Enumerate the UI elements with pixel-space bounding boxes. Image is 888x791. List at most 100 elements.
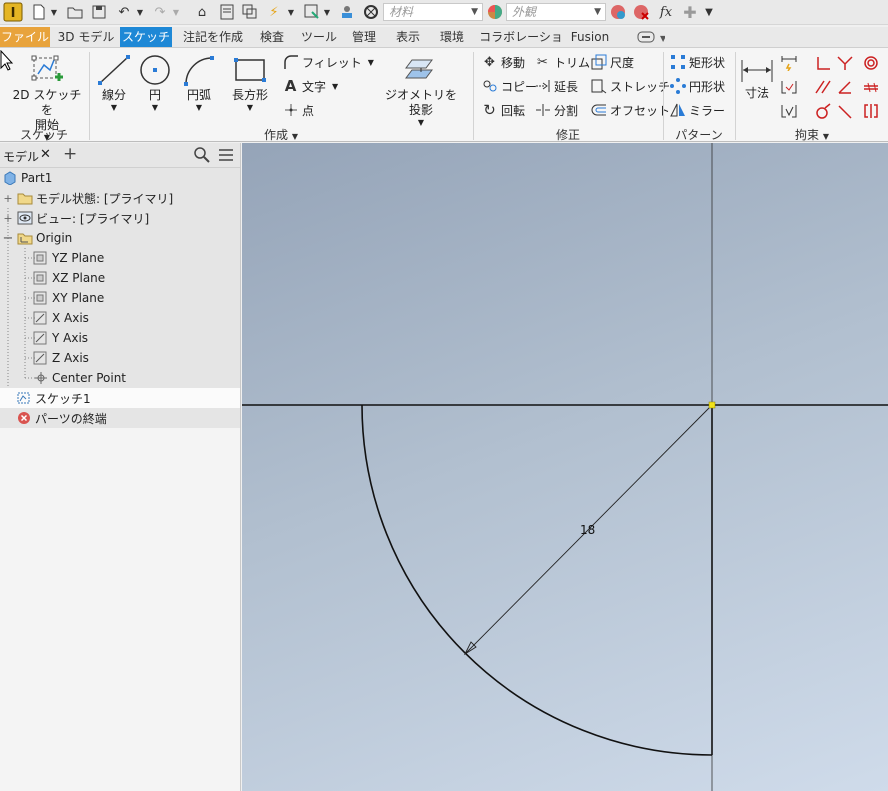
tree-item-yz-plane[interactable]: YZ Plane (33, 248, 104, 268)
tree-item-z-axis[interactable]: Z Axis (33, 348, 89, 368)
arc-button[interactable]: 円弧 ▼ (178, 54, 220, 113)
parameters-fx-icon[interactable]: fx (655, 3, 677, 21)
collinear-constraint-icon[interactable] (834, 101, 856, 121)
tab-environments[interactable]: 環境 (433, 27, 471, 47)
tab-file[interactable]: ファイル (0, 27, 50, 47)
offset-button[interactable]: オフセット (590, 101, 670, 119)
tangent-constraint-icon[interactable] (834, 53, 856, 73)
sketch-geometry[interactable] (242, 143, 888, 791)
horizontal-constraint-icon[interactable] (860, 77, 882, 97)
split-button[interactable]: 分割 (534, 101, 578, 119)
add-tab-icon[interactable]: + (63, 144, 77, 164)
appearance-dropdown[interactable]: 外観 ▼ (506, 3, 606, 21)
circle-button[interactable]: 円 ▼ (136, 54, 174, 113)
project-geometry-button[interactable]: ジオメトリを投影 ▼ (380, 56, 462, 128)
tree-item-model-state[interactable]: + モデル状態: [プライマリ] (2, 188, 173, 208)
measure-dropdown-icon[interactable]: ▼ (322, 3, 332, 21)
move-button[interactable]: ✥ 移動 (481, 53, 525, 71)
tree-item-sketch1[interactable]: スケッチ1 (16, 388, 91, 408)
extend-button[interactable]: 延長 (534, 77, 578, 95)
show-constraints-icon[interactable] (778, 77, 800, 97)
select-icon[interactable] (240, 3, 260, 21)
properties-icon[interactable] (217, 3, 237, 21)
update-dropdown-icon[interactable]: ▼ (286, 3, 296, 21)
tab-collaborate[interactable]: コラボレーション (478, 27, 564, 64)
line-dropdown-icon[interactable]: ▼ (94, 103, 134, 113)
arc-dropdown-icon[interactable]: ▼ (178, 103, 220, 113)
redo-dropdown-icon[interactable]: ▼ (171, 3, 181, 21)
new-dropdown-arrow-icon[interactable]: ▼ (49, 3, 59, 21)
home-icon[interactable]: ⌂ (192, 3, 212, 21)
new-file-icon[interactable] (30, 3, 48, 21)
tab-tools[interactable]: ツール (298, 27, 340, 47)
tree-item-view[interactable]: + ビュー: [プライマリ] (2, 208, 149, 228)
tree-item-end-of-part[interactable]: パーツの終端 (16, 408, 107, 428)
auto-dimension-icon[interactable] (778, 53, 800, 73)
undo-dropdown-icon[interactable]: ▼ (135, 3, 145, 21)
point-button[interactable]: 点 (282, 101, 314, 119)
rectangle-button[interactable]: 長方形 ▼ (226, 54, 274, 113)
tab-fusion[interactable]: Fusion (568, 27, 612, 47)
group-label-constrain[interactable]: 拘束 ▼ (736, 126, 888, 142)
circle-dropdown-icon[interactable]: ▼ (136, 103, 174, 113)
adjust-appearance-icon[interactable] (608, 3, 628, 21)
rectangular-pattern-button[interactable]: 矩形状 (669, 53, 725, 71)
tree-item-xy-plane[interactable]: XY Plane (33, 288, 104, 308)
dimension-button[interactable]: 寸法 (738, 54, 776, 101)
search-icon[interactable] (194, 147, 210, 166)
tree-item-y-axis[interactable]: Y Axis (33, 328, 88, 348)
tab-inspect[interactable]: 検査 (253, 27, 291, 47)
menu-icon[interactable] (218, 147, 234, 166)
symmetric-constraint-icon[interactable] (860, 101, 882, 121)
tree-item-center-point[interactable]: Center Point (33, 368, 126, 388)
trim-button[interactable]: ✂ トリム (534, 53, 590, 71)
ilogic-icon[interactable] (337, 3, 357, 21)
tab-sketch[interactable]: スケッチ (120, 27, 172, 47)
undo-icon[interactable]: ↶ (114, 3, 134, 21)
expand-plus-icon[interactable]: + (2, 191, 14, 205)
rotate-button[interactable]: ↻ 回転 (481, 101, 525, 119)
tab-manage[interactable]: 管理 (345, 27, 383, 47)
stretch-button[interactable]: ストレッチ (590, 77, 670, 95)
tree-item-origin[interactable]: − Origin (2, 228, 73, 248)
group-label-create[interactable]: 作成 ▼ (90, 126, 472, 142)
scale-button[interactable]: 尺度 (590, 53, 634, 71)
perpendicular-constraint-icon[interactable] (834, 77, 856, 97)
settings-wheel-icon[interactable] (361, 3, 381, 21)
constraint-settings-icon[interactable] (778, 101, 800, 121)
tree-item-x-axis[interactable]: X Axis (33, 308, 89, 328)
smooth-constraint-icon[interactable] (812, 101, 834, 121)
text-button[interactable]: A 文字 ▼ (282, 77, 338, 95)
app-logo-icon[interactable]: I (2, 2, 24, 22)
text-dropdown-icon[interactable]: ▼ (332, 82, 338, 91)
mirror-button[interactable]: ミラー (669, 101, 725, 119)
fillet-dropdown-icon[interactable]: ▼ (368, 58, 374, 67)
save-icon[interactable] (90, 3, 108, 21)
tab-annotate[interactable]: 注記を作成 (178, 27, 248, 47)
appearance-sphere-icon[interactable] (485, 3, 505, 21)
measure-icon[interactable] (302, 3, 322, 21)
line-button[interactable]: 線分 ▼ (94, 54, 134, 113)
parallel-constraint-icon[interactable] (812, 77, 834, 97)
tab-3d-model[interactable]: 3D モデル (56, 27, 116, 47)
open-folder-icon[interactable] (66, 3, 84, 21)
tree-item-xz-plane[interactable]: XZ Plane (33, 268, 105, 288)
radius-dimension-label[interactable]: 18 (580, 523, 595, 537)
graphics-canvas[interactable]: 18 (242, 143, 888, 791)
copy-button[interactable]: コピー (481, 77, 537, 95)
browser-tab-model[interactable]: モデル (3, 148, 39, 165)
fillet-button[interactable]: フィレット ▼ (282, 53, 374, 71)
circular-pattern-button[interactable]: 円形状 (669, 77, 725, 95)
origin-point[interactable] (708, 401, 716, 409)
material-dropdown[interactable]: 材料 ▼ (383, 3, 483, 21)
ribbon-display-toggle[interactable]: ▼ (632, 27, 668, 47)
clear-appearance-icon[interactable] (631, 3, 651, 21)
coincident-constraint-icon[interactable] (812, 53, 834, 73)
redo-icon[interactable]: ↷ (150, 3, 170, 21)
rectangle-dropdown-icon[interactable]: ▼ (226, 103, 274, 113)
collapse-minus-icon[interactable]: − (2, 231, 14, 246)
close-icon[interactable]: ✕ (40, 147, 51, 162)
update-lightning-icon[interactable]: ⚡ (264, 3, 284, 21)
expand-plus-icon[interactable]: + (2, 211, 14, 225)
tree-item-part1[interactable]: Part1 (2, 168, 52, 188)
